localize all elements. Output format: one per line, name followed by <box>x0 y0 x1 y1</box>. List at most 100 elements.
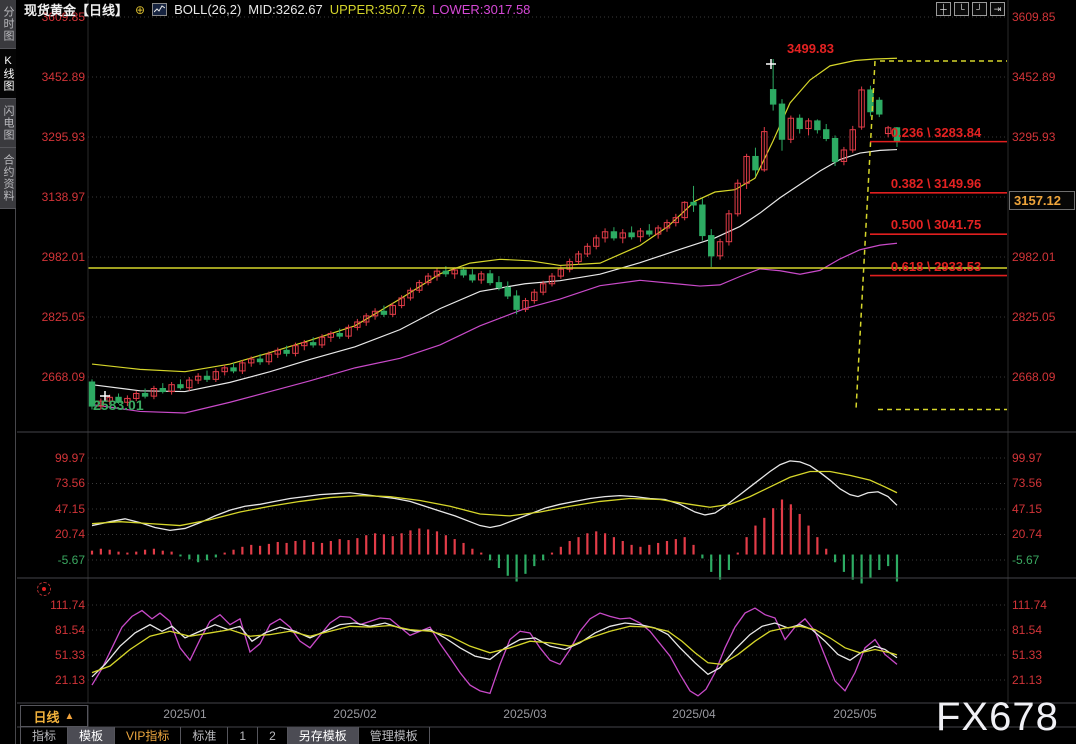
price-axis-label: 2668.09 <box>1012 369 1056 384</box>
candle <box>141 392 149 397</box>
sidebar-item-time-chart[interactable]: 分时图 <box>0 0 16 49</box>
candle <box>283 349 290 354</box>
chart-toolbar: ┼ └ ┘ ⇥ <box>936 2 1005 16</box>
candle <box>256 358 264 363</box>
price-axis-label: 51.33 <box>1012 648 1043 662</box>
price-axis-label: 111.74 <box>1012 598 1047 612</box>
candle <box>442 270 450 275</box>
symbol-title: 现货黄金【日线】 <box>24 3 129 18</box>
macd-name: MACD(26,12,9) <box>92 440 183 455</box>
kdj-name: KDJ(9,3,3) <box>92 582 155 597</box>
price-axis-label: 47.15 <box>1012 501 1043 516</box>
sidebar-item-kline-chart[interactable]: K线图 <box>0 49 16 99</box>
x-axis-label: 2025/05 <box>833 707 877 721</box>
macd-macd-value: MACD:-26.88 <box>339 440 418 455</box>
candle <box>814 120 821 131</box>
candle <box>823 129 830 140</box>
line-series <box>91 624 898 674</box>
fib-level-label: 0.236 \ 3283.84 <box>890 124 982 140</box>
candle <box>699 204 706 237</box>
candle <box>752 155 759 171</box>
price-axis-label: 20.74 <box>1012 527 1043 542</box>
fib-level-label: 0.500 \ 3041.75 <box>890 217 982 233</box>
macd-pane-header: MACD(26,12,9) DIFF:51.11 DEA:64.55 MACD:… <box>92 440 418 456</box>
price-axis-label: 3452.89 <box>1012 69 1056 84</box>
boll-mid-value: MID:3262.67 <box>248 2 323 17</box>
tab-templates[interactable]: 模板 <box>68 727 116 744</box>
period-label: 日线 <box>33 709 60 725</box>
chart-header: 现货黄金【日线】 ⊕ BOLL(26,2) MID:3262.67 UPPER:… <box>24 1 530 18</box>
boll-lower-value: LOWER:3017.58 <box>432 2 531 17</box>
price-axis-label: 2982.01 <box>41 249 85 264</box>
candle <box>646 230 653 235</box>
candle <box>230 367 237 372</box>
candle <box>513 295 520 310</box>
x-axis-label: 2025/01 <box>163 707 207 721</box>
fib-level-label: 0.618 \ 2933.53 <box>890 258 982 274</box>
tab-save-template[interactable]: 另存模板 <box>287 727 359 744</box>
candle <box>769 89 777 105</box>
kdj-pane-header: KDJ(9,3,3) K:47.73 D:51.50 J:40.18 <box>92 582 317 598</box>
price-axis-label: 2825.05 <box>1012 309 1056 324</box>
price-marker-badge: 3157.12 <box>1009 191 1075 210</box>
kline-chart-icon[interactable] <box>152 3 168 16</box>
triangle-up-icon: ▲ <box>64 710 75 722</box>
price-axis-label: 51.33 <box>54 648 85 662</box>
candle <box>380 310 388 315</box>
price-axis-label: 3138.97 <box>41 189 85 204</box>
price-axis-label: 2825.05 <box>41 309 85 324</box>
kdj-d-value: D:51.50 <box>218 582 265 597</box>
fit-icon[interactable]: ┼ <box>936 2 951 16</box>
chart-canvas[interactable] <box>0 0 1076 744</box>
x-axis-scale-icon[interactable]: └ <box>954 2 969 16</box>
price-axis-label: 99.97 <box>1012 451 1043 465</box>
price-axis-label: -5.67 <box>57 552 85 567</box>
tab-1[interactable]: 1 <box>228 727 259 744</box>
bottom-tab-bar: 指标 模板 VIP指标 标准 1 2 另存模板 管理模板 <box>20 727 430 744</box>
price-axis-label: 21.13 <box>1012 672 1043 687</box>
tab-manage-template[interactable]: 管理模板 <box>359 727 430 744</box>
x-axis-label: 2025/02 <box>333 707 377 721</box>
add-indicator-icon[interactable]: ⊕ <box>135 3 145 17</box>
candle <box>708 235 715 257</box>
trading-app-window: 分时图 K线图 闪电图 合约资料 现货黄金【日线】 ⊕ BOLL(26,2) MID:… <box>0 0 1076 744</box>
tab-2[interactable]: 2 <box>258 727 288 744</box>
boll-name: BOLL(26,2) <box>174 2 242 17</box>
tab-vip-indicators[interactable]: VIP指标 <box>115 727 182 744</box>
indicator-marker-icon[interactable] <box>37 582 51 596</box>
price-axis-label: 81.54 <box>1012 622 1043 637</box>
tab-standard[interactable]: 标准 <box>181 727 229 744</box>
price-axis-label: 3295.93 <box>1012 129 1056 144</box>
candle <box>460 269 467 276</box>
price-axis-label: 81.54 <box>54 622 85 637</box>
candle <box>628 232 635 238</box>
candle <box>504 287 511 297</box>
sidebar-item-flash-chart[interactable]: 闪电图 <box>0 99 16 148</box>
peak-price-label: 3499.83 <box>787 41 834 56</box>
candle <box>690 201 697 206</box>
export-icon[interactable]: ⇥ <box>990 2 1005 16</box>
price-axis-label: -5.67 <box>1012 552 1040 567</box>
price-axis-label: 20.74 <box>54 527 85 542</box>
price-axis-label: 3609.85 <box>1012 10 1056 24</box>
price-axis-label: 99.97 <box>54 451 85 465</box>
kdj-k-value: K:47.73 <box>164 582 209 597</box>
candle <box>486 273 494 284</box>
sidebar-item-contract-info[interactable]: 合约资料 <box>0 148 16 209</box>
left-sidebar: 分时图 K线图 闪电图 合约资料 <box>0 0 16 744</box>
x-axis-label: 2025/04 <box>672 707 716 721</box>
candle <box>177 384 184 389</box>
price-axis-label: 73.56 <box>1012 476 1043 491</box>
price-axis-label: 21.13 <box>54 672 85 687</box>
price-axis-label: 3295.93 <box>41 129 85 144</box>
period-selector-button[interactable]: 日线 ▲ <box>20 705 88 727</box>
y-axis-scale-icon[interactable]: ┘ <box>972 2 987 16</box>
line-series <box>91 460 898 532</box>
price-axis-label: 73.56 <box>54 476 85 491</box>
boll-upper-value: UPPER:3507.76 <box>329 2 426 17</box>
line-series <box>91 57 898 373</box>
price-axis-label: 111.74 <box>50 598 85 612</box>
low-price-label: 2583.01 <box>93 397 144 413</box>
tab-indicators[interactable]: 指标 <box>21 727 69 744</box>
candle <box>203 375 211 380</box>
